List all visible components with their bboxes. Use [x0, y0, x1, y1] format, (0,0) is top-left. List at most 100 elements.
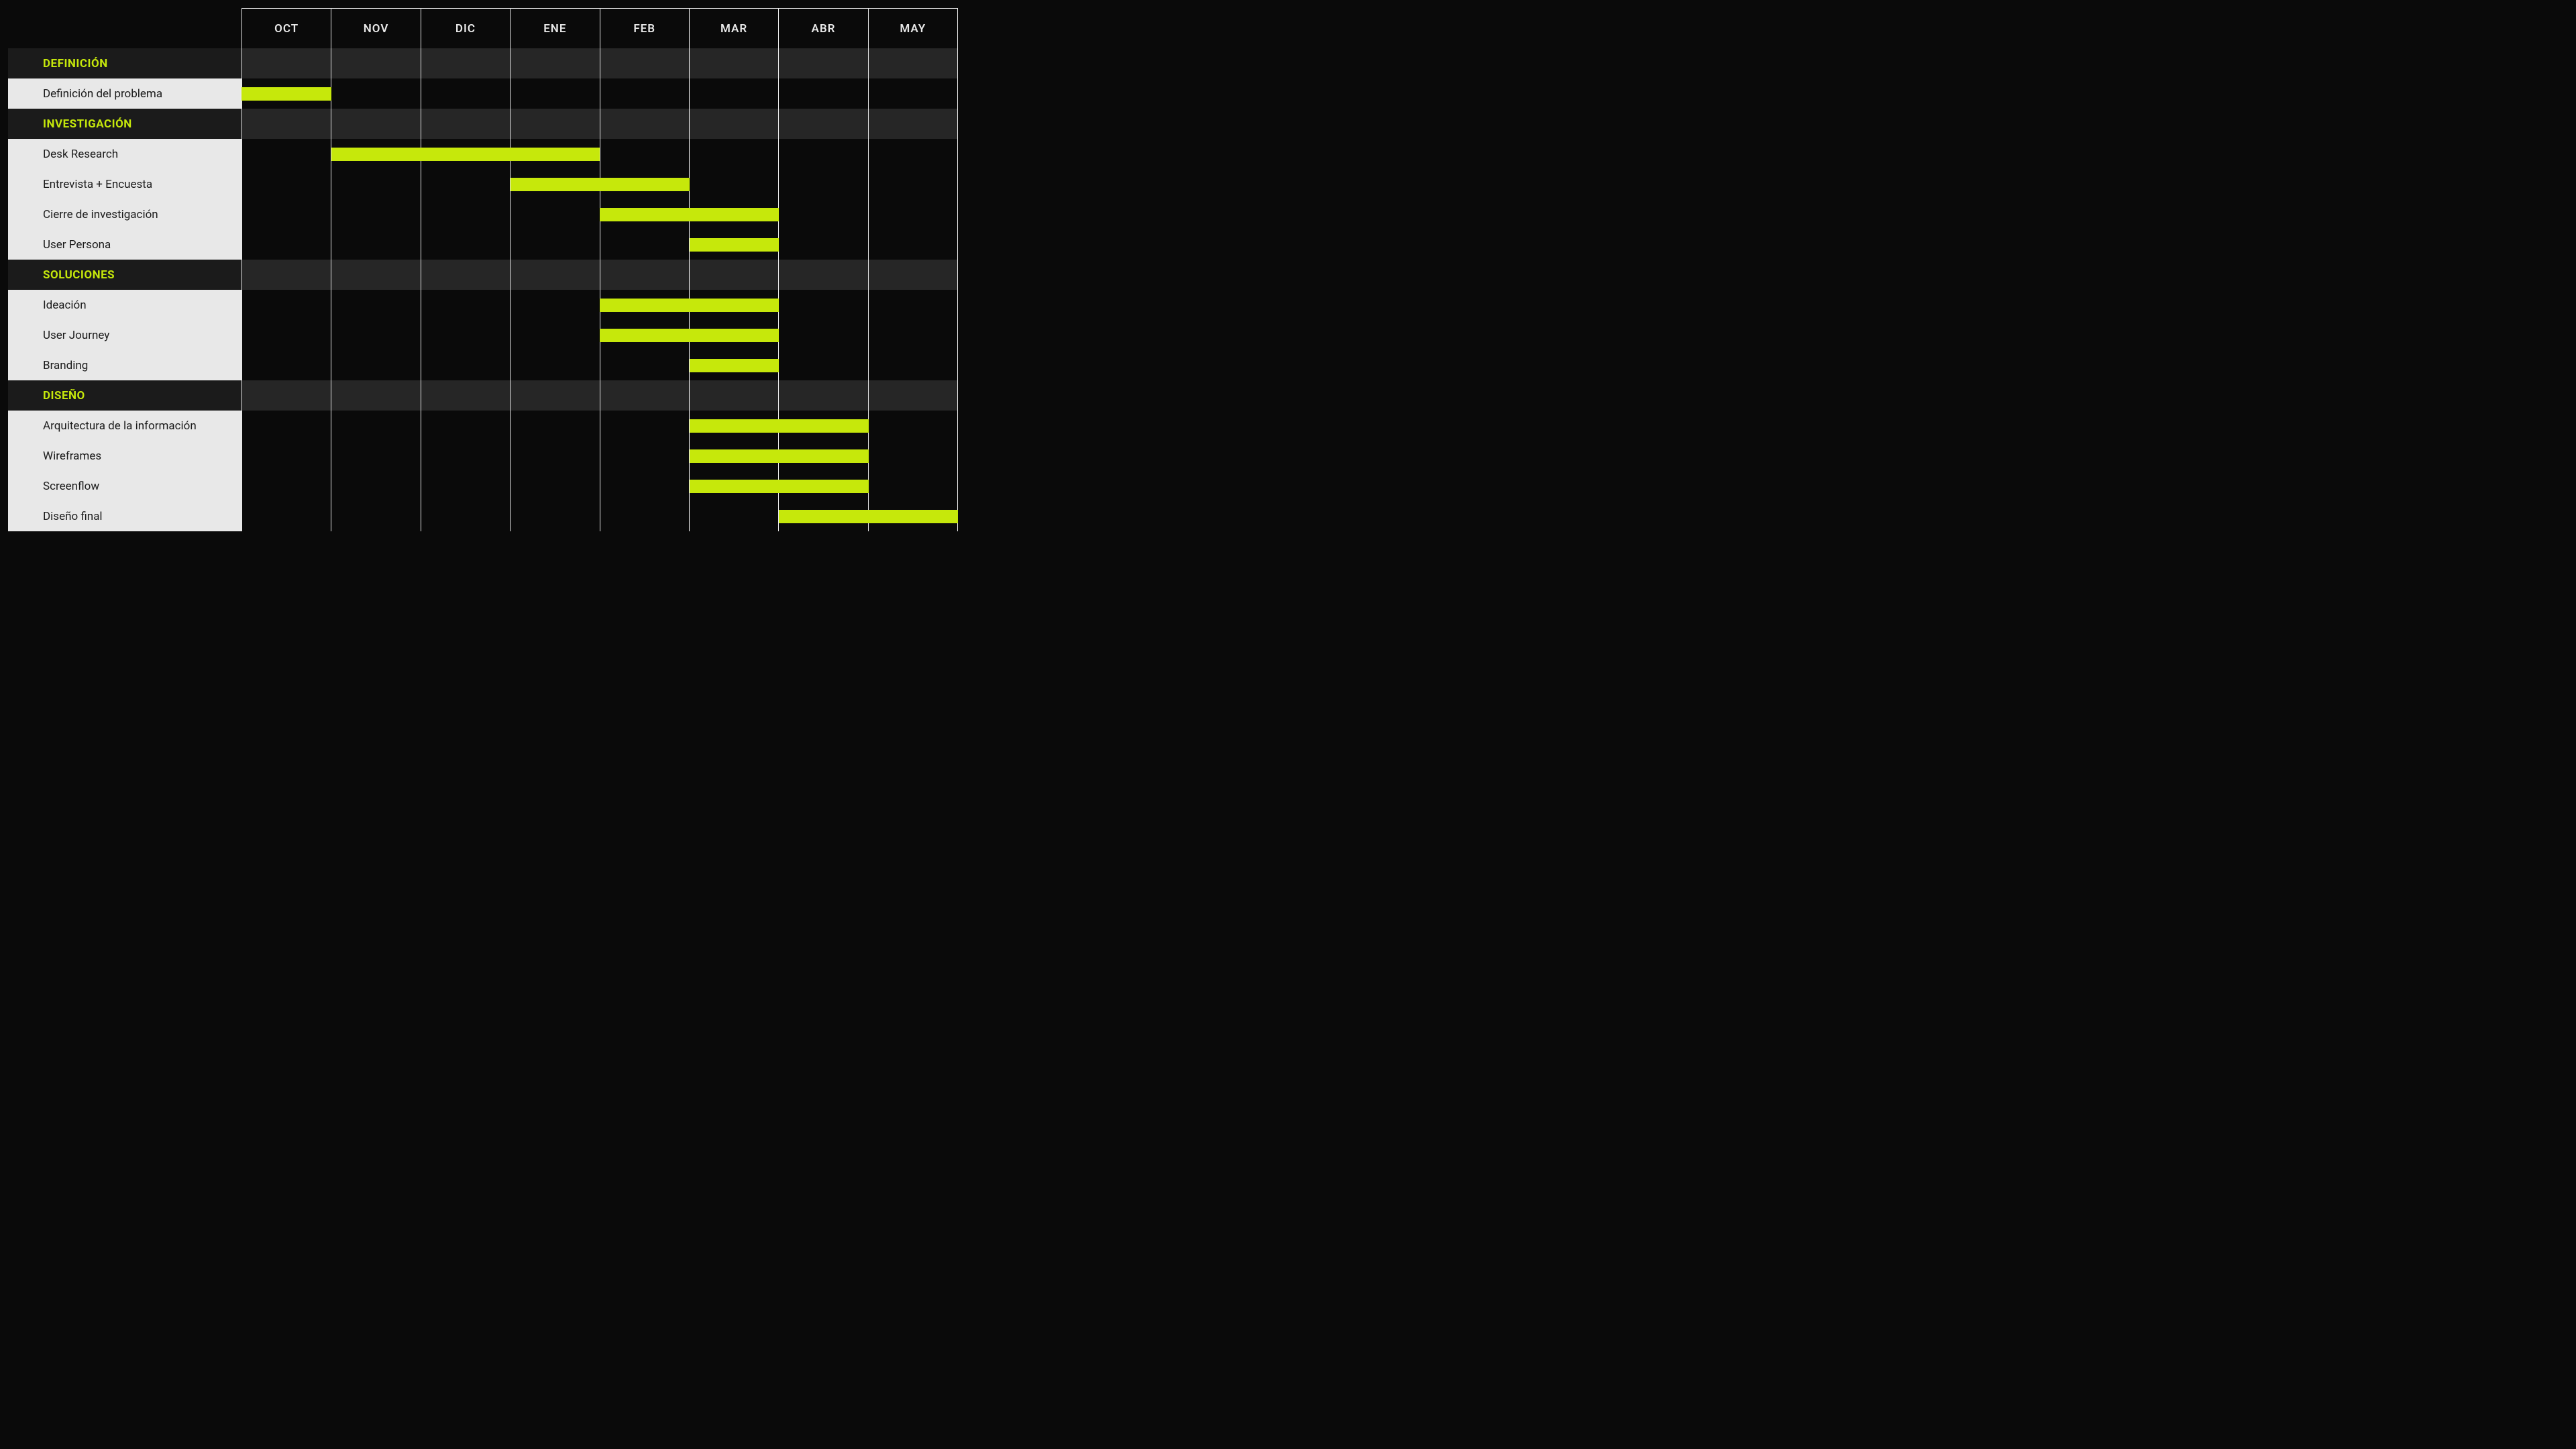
- timeline-cell: [690, 380, 779, 411]
- timeline-cell: [331, 350, 421, 380]
- task-label: Entrevista + Encuesta: [8, 169, 241, 199]
- gantt-bar: [600, 329, 779, 342]
- timeline-cell: [421, 199, 511, 229]
- timeline-cell: [869, 109, 958, 139]
- task-row: Diseño final: [8, 501, 958, 531]
- timeline-cell: [869, 260, 958, 290]
- task-timeline: [241, 169, 958, 199]
- timeline-cell: [869, 199, 958, 229]
- month-header-feb: FEB: [600, 9, 690, 48]
- gantt-bar: [690, 480, 869, 493]
- task-timeline: [241, 350, 958, 380]
- timeline-cell: [241, 411, 331, 441]
- task-timeline: [241, 139, 958, 169]
- timeline-cell: [600, 139, 690, 169]
- task-label: Wireframes: [8, 441, 241, 471]
- task-label: Arquitectura de la información: [8, 411, 241, 441]
- timeline-cell: [869, 169, 958, 199]
- timeline-cell: [600, 441, 690, 471]
- month-header-may: MAY: [869, 9, 958, 48]
- gantt-bar: [690, 449, 869, 463]
- timeline-cell: [869, 350, 958, 380]
- timeline-cell: [511, 199, 600, 229]
- section-timeline: [241, 109, 958, 139]
- timeline-cell: [331, 199, 421, 229]
- timeline-cell: [421, 471, 511, 501]
- task-label: Screenflow: [8, 471, 241, 501]
- timeline-cell: [600, 501, 690, 531]
- timeline-cell: [331, 229, 421, 260]
- timeline-cell: [779, 320, 868, 350]
- gantt-bar: [331, 148, 600, 161]
- timeline-cell: [511, 471, 600, 501]
- section-timeline: [241, 260, 958, 290]
- timeline-cell: [511, 290, 600, 320]
- timeline-cell: [869, 290, 958, 320]
- month-header-nov: NOV: [331, 9, 421, 48]
- timeline-cell: [331, 380, 421, 411]
- timeline-cell: [241, 290, 331, 320]
- task-row: User Journey: [8, 320, 958, 350]
- month-header-dic: DIC: [421, 9, 511, 48]
- timeline-cell: [690, 169, 779, 199]
- gantt-rows: DEFINICIÓNDefinición del problemaINVESTI…: [8, 48, 958, 531]
- timeline-cell: [241, 229, 331, 260]
- timeline-cell: [421, 229, 511, 260]
- timeline-cell: [600, 350, 690, 380]
- timeline-cell: [511, 320, 600, 350]
- timeline-cell: [241, 169, 331, 199]
- gantt-bar: [779, 510, 958, 523]
- timeline-cell: [421, 290, 511, 320]
- timeline-cell: [421, 78, 511, 109]
- timeline-cell: [331, 290, 421, 320]
- timeline-cell: [511, 48, 600, 78]
- timeline-cell: [779, 78, 868, 109]
- timeline-cell: [241, 260, 331, 290]
- gantt-chart: OCTNOVDICENEFEBMARABRMAY DEFINICIÓNDefin…: [8, 8, 958, 535]
- timeline-cell: [331, 169, 421, 199]
- task-row: Cierre de investigación: [8, 199, 958, 229]
- task-row: Definición del problema: [8, 78, 958, 109]
- timeline-cell: [869, 320, 958, 350]
- timeline-cell: [511, 260, 600, 290]
- timeline-cell: [779, 199, 868, 229]
- timeline-cell: [600, 471, 690, 501]
- section-timeline: [241, 380, 958, 411]
- task-timeline: [241, 501, 958, 531]
- gantt-bar: [690, 419, 869, 433]
- gantt-bar: [690, 359, 780, 372]
- timeline-cell: [869, 471, 958, 501]
- timeline-cell: [421, 501, 511, 531]
- timeline-cell: [690, 78, 779, 109]
- timeline-cell: [600, 78, 690, 109]
- timeline-cell: [421, 320, 511, 350]
- gantt-bar: [511, 178, 690, 191]
- timeline-cell: [779, 48, 868, 78]
- task-row: Wireframes: [8, 441, 958, 471]
- timeline-cell: [511, 380, 600, 411]
- section-label: SOLUCIONES: [8, 260, 241, 290]
- timeline-cell: [779, 229, 868, 260]
- section-row: DEFINICIÓN: [8, 48, 958, 78]
- task-timeline: [241, 78, 958, 109]
- task-label: User Persona: [8, 229, 241, 260]
- month-header-ene: ENE: [511, 9, 600, 48]
- timeline-cell: [600, 260, 690, 290]
- section-row: DISEÑO: [8, 380, 958, 411]
- task-timeline: [241, 320, 958, 350]
- timeline-cell: [511, 411, 600, 441]
- timeline-cell: [241, 109, 331, 139]
- section-label: DISEÑO: [8, 380, 241, 411]
- timeline-cell: [421, 109, 511, 139]
- timeline-cell: [600, 229, 690, 260]
- section-row: SOLUCIONES: [8, 260, 958, 290]
- task-label: Cierre de investigación: [8, 199, 241, 229]
- timeline-cell: [331, 48, 421, 78]
- timeline-cell: [241, 320, 331, 350]
- timeline-cell: [331, 501, 421, 531]
- timeline-cell: [331, 471, 421, 501]
- month-headers: OCTNOVDICENEFEBMARABRMAY: [241, 8, 958, 48]
- timeline-cell: [331, 441, 421, 471]
- task-timeline: [241, 411, 958, 441]
- month-header-mar: MAR: [690, 9, 779, 48]
